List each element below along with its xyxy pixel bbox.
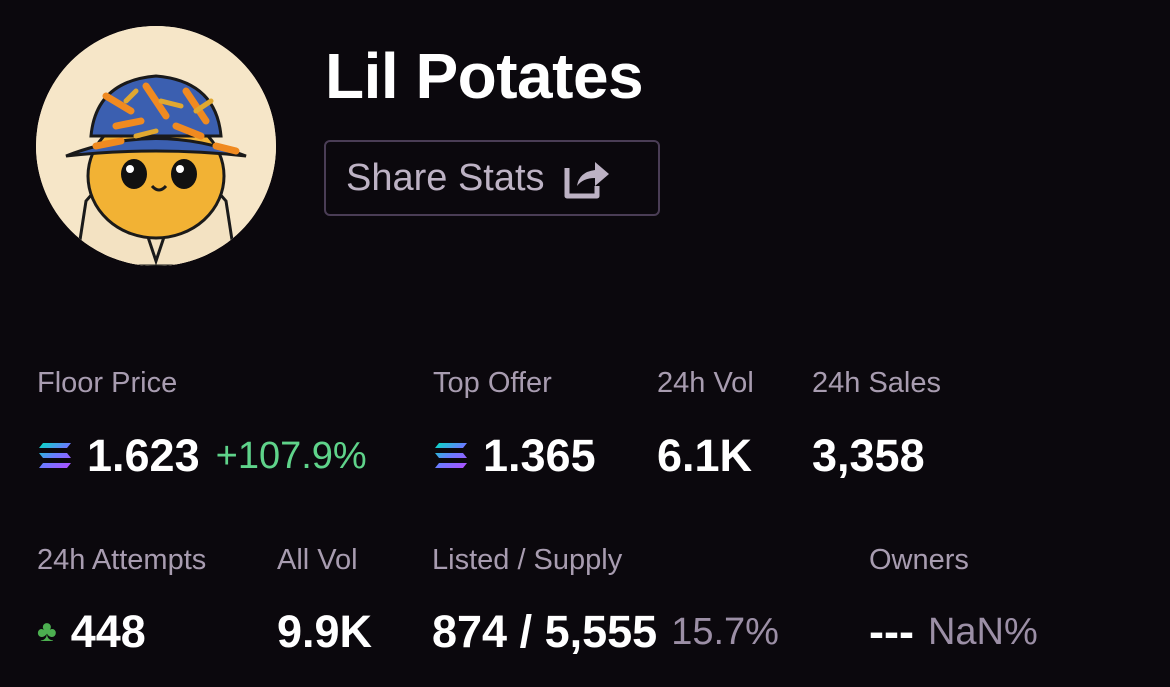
attempts-24h-label: 24h Attempts: [37, 544, 207, 576]
listed-percent: 15.7%: [671, 611, 779, 653]
floor-price-value: 1.623 +107.9%: [37, 428, 367, 484]
solana-icon: [39, 443, 71, 468]
listed-supply-number: 874 / 5,555: [432, 606, 658, 657]
all-vol-value: 9.9K: [277, 606, 373, 657]
floor-price-label: Floor Price: [37, 367, 178, 399]
listed-supply-value: 874 / 5,555 15.7%: [432, 604, 779, 660]
sales-24h-value: 3,358: [812, 430, 925, 481]
all-vol-label: All Vol: [277, 544, 358, 576]
owners-number: ---: [869, 606, 914, 657]
collection-avatar: [36, 26, 276, 266]
sales-24h-label: 24h Sales: [812, 367, 941, 399]
owners-percent: NaN%: [927, 611, 1038, 653]
potato-avatar-icon: [36, 26, 276, 266]
collection-title: Lil Potates: [325, 40, 644, 112]
vol-24h-value: 6.1K: [657, 430, 753, 481]
listed-supply-label: Listed / Supply: [432, 544, 623, 576]
owners-label: Owners: [869, 544, 969, 576]
vol-24h-label: 24h Vol: [657, 367, 754, 399]
solana-icon: [435, 443, 467, 468]
share-stats-button[interactable]: Share Stats: [324, 140, 660, 216]
floor-price-number: 1.623: [87, 430, 200, 481]
owners-value: --- NaN%: [869, 604, 1038, 660]
floor-price-change: +107.9%: [215, 435, 367, 477]
attempts-24h-number: 448: [70, 606, 146, 657]
attempts-24h-value: ♣ 448: [37, 604, 146, 660]
top-offer-label: Top Offer: [433, 367, 552, 399]
top-offer-number: 1.365: [483, 430, 596, 481]
share-stats-label: Share Stats: [346, 156, 545, 199]
share-icon: [564, 162, 609, 199]
top-offer-value: 1.365: [433, 428, 596, 484]
clover-icon: ♣: [37, 615, 57, 648]
